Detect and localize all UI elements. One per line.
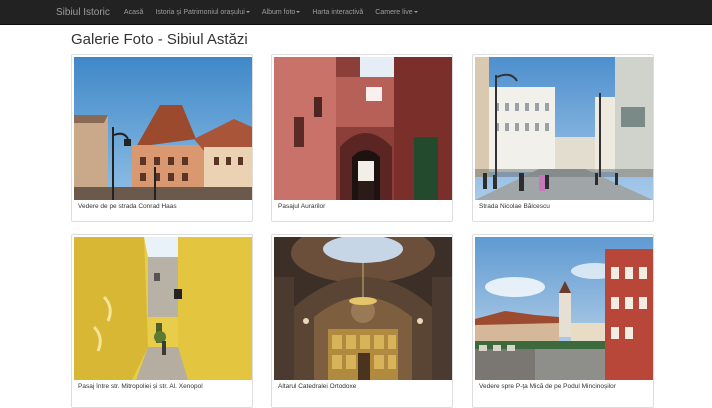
photo-caption: Vedere de pe strada Conrad Haas — [78, 203, 177, 210]
chevron-down-icon — [296, 11, 301, 13]
gallery-item-pasajul-aurarilor[interactable]: Pasajul Aurarilor — [271, 54, 453, 222]
navbar: Sibiul Istoric Acasă Istoria și Patrimon… — [0, 0, 712, 25]
photo-caption: Pasajul Aurarilor — [278, 203, 326, 210]
page-title: Galerie Foto - Sibiul Astăzi — [71, 31, 248, 48]
photo-piata-mica[interactable] — [475, 237, 653, 380]
photo-caption: Strada Nicolae Bălcescu — [479, 203, 550, 210]
navbar-brand[interactable]: Sibiul Istoric — [56, 7, 110, 18]
photo-caption: Pasaj între str. Mitropoliei și str. Al.… — [78, 383, 203, 390]
photo-conrad-haas[interactable] — [74, 57, 252, 200]
gallery-item-catedrala[interactable]: Altarul Catedralei Ortodoxe — [271, 234, 453, 408]
photo-pasajul-aurarilor[interactable] — [274, 57, 452, 200]
nav-item-camere[interactable]: Camere live — [375, 8, 418, 16]
photo-balcescu[interactable] — [475, 57, 653, 200]
photo-catedrala[interactable] — [274, 237, 452, 380]
nav-label: Harta interactivă — [312, 8, 364, 16]
photo-pasaj-mitropoliei[interactable] — [74, 237, 252, 380]
chevron-down-icon — [245, 11, 250, 13]
photo-caption: Vedere spre P-ța Mică de pe Podul Mincin… — [479, 383, 616, 390]
navbar-inner: Sibiul Istoric Acasă Istoria și Patrimon… — [56, 0, 430, 24]
chevron-down-icon — [413, 11, 418, 13]
nav-label: Acasă — [123, 8, 144, 16]
gallery-item-conrad-haas[interactable]: Vedere de pe strada Conrad Haas — [71, 54, 253, 222]
gallery-item-piata-mica[interactable]: Vedere spre P-ța Mică de pe Podul Mincin… — [472, 234, 654, 408]
nav-label: Album foto — [261, 8, 296, 16]
photo-caption: Altarul Catedralei Ortodoxe — [278, 383, 357, 390]
gallery-item-balcescu[interactable]: Strada Nicolae Bălcescu — [472, 54, 654, 222]
nav-label: Camere live — [375, 8, 413, 16]
nav-item-album[interactable]: Album foto — [261, 8, 301, 16]
nav-item-acasa[interactable]: Acasă — [124, 9, 143, 16]
nav-item-istoria[interactable]: Istoria și Patrimoniul orașului — [155, 8, 250, 16]
gallery-item-pasaj-mitropoliei[interactable]: Pasaj între str. Mitropoliei și str. Al.… — [71, 234, 253, 408]
nav-label: Istoria și Patrimoniul orașului — [155, 8, 245, 16]
nav-item-harta[interactable]: Harta interactivă — [312, 9, 363, 16]
